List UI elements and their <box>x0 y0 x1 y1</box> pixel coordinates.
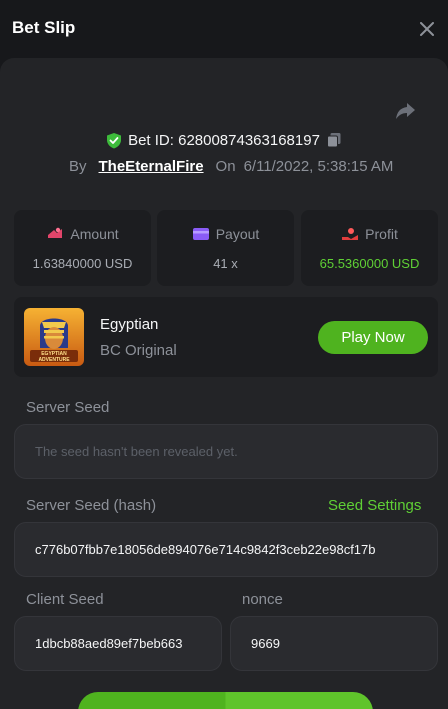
server-seed-hash-value: c776b07fbb7e18056de894076e714c9842f3ceb2… <box>35 542 376 557</box>
client-seed-label: Client Seed <box>26 591 104 608</box>
amount-value: 1.63840000 USD <box>32 256 133 271</box>
amount-box: Amount 1.63840000 USD <box>14 210 151 286</box>
copy-icon <box>326 133 341 148</box>
shield-check-icon <box>107 132 122 148</box>
game-provider: BC Original <box>100 342 177 359</box>
by-label: By <box>69 157 87 175</box>
server-seed-label: Server Seed <box>26 399 110 416</box>
server-seed-field[interactable]: The seed hasn't been revealed yet. <box>14 424 438 479</box>
payout-icon <box>192 228 209 240</box>
payout-label: Payout <box>215 226 260 242</box>
bet-id: Bet ID: 62800874363168197 <box>128 131 320 149</box>
profit-icon <box>342 228 359 240</box>
profit-value: 65.5360000 USD <box>319 256 420 271</box>
game-thumbnail-image: EGYPTIAN ADVENTURE <box>24 308 84 366</box>
nonce-value: 9669 <box>251 636 280 651</box>
header: Bet Slip <box>0 0 448 58</box>
payout-value: 41 x <box>213 256 238 271</box>
on-label: On <box>215 157 236 175</box>
server-seed-hash-label: Server Seed (hash) <box>26 497 157 514</box>
game-card: EGYPTIAN ADVENTURE Egyptian BC Original … <box>14 297 438 377</box>
bettor-row: By TheEternalFire On 6/11/2022, 5:38:15 … <box>0 155 448 177</box>
payout-box: Payout 41 x <box>157 210 294 286</box>
nonce-field[interactable]: 9669 <box>230 616 438 671</box>
share-button[interactable] <box>394 98 418 122</box>
profit-label: Profit <box>365 226 398 242</box>
copy-button[interactable] <box>326 132 342 148</box>
share-icon <box>396 103 415 119</box>
bet-date: 6/11/2022, 5:38:15 AM <box>243 157 394 175</box>
play-now-button[interactable]: Play Now <box>318 321 428 354</box>
bet-id-row: Bet ID: 62800874363168197 <box>0 128 448 152</box>
close-button[interactable] <box>416 18 438 40</box>
server-seed-value: The seed hasn't been revealed yet. <box>35 444 238 459</box>
verify-button[interactable] <box>78 692 373 709</box>
client-seed-value: 1dbcb88aed89ef7beb663 <box>35 636 183 651</box>
seed-settings-link[interactable]: Seed Settings <box>328 497 421 514</box>
page-title: Bet Slip <box>12 18 76 37</box>
game-thumbnail[interactable]: EGYPTIAN ADVENTURE <box>24 308 84 366</box>
profit-box: Profit 65.5360000 USD <box>301 210 438 286</box>
username-link[interactable]: TheEternalFire <box>99 158 204 175</box>
server-seed-hash-field[interactable]: c776b07fbb7e18056de894076e714c9842f3ceb2… <box>14 522 438 577</box>
svg-text:ADVENTURE: ADVENTURE <box>38 357 70 363</box>
close-icon <box>420 22 434 36</box>
amount-icon <box>48 227 63 238</box>
client-seed-field[interactable]: 1dbcb88aed89ef7beb663 <box>14 616 222 671</box>
nonce-label: nonce <box>242 591 283 608</box>
amount-label: Amount <box>70 226 119 242</box>
game-name: Egyptian <box>100 316 159 333</box>
